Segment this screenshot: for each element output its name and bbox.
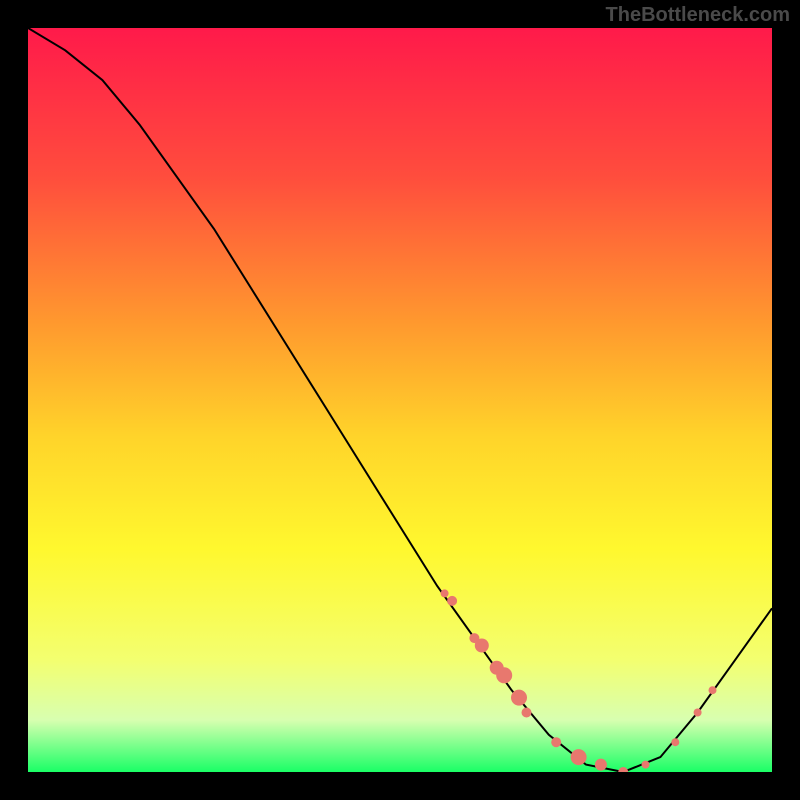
- data-marker: [441, 589, 449, 597]
- chart-container: [28, 28, 772, 772]
- watermark-text: TheBottleneck.com: [606, 4, 790, 27]
- data-marker: [496, 667, 512, 683]
- data-marker: [671, 738, 679, 746]
- data-marker: [551, 737, 561, 747]
- chart-background: [28, 28, 772, 772]
- data-marker: [709, 686, 717, 694]
- data-marker: [475, 639, 489, 653]
- data-marker: [642, 761, 650, 769]
- data-marker: [694, 709, 702, 717]
- chart-svg: [28, 28, 772, 772]
- data-marker: [595, 759, 607, 771]
- data-marker: [571, 749, 587, 765]
- data-marker: [511, 690, 527, 706]
- data-marker: [522, 708, 532, 718]
- data-marker: [447, 596, 457, 606]
